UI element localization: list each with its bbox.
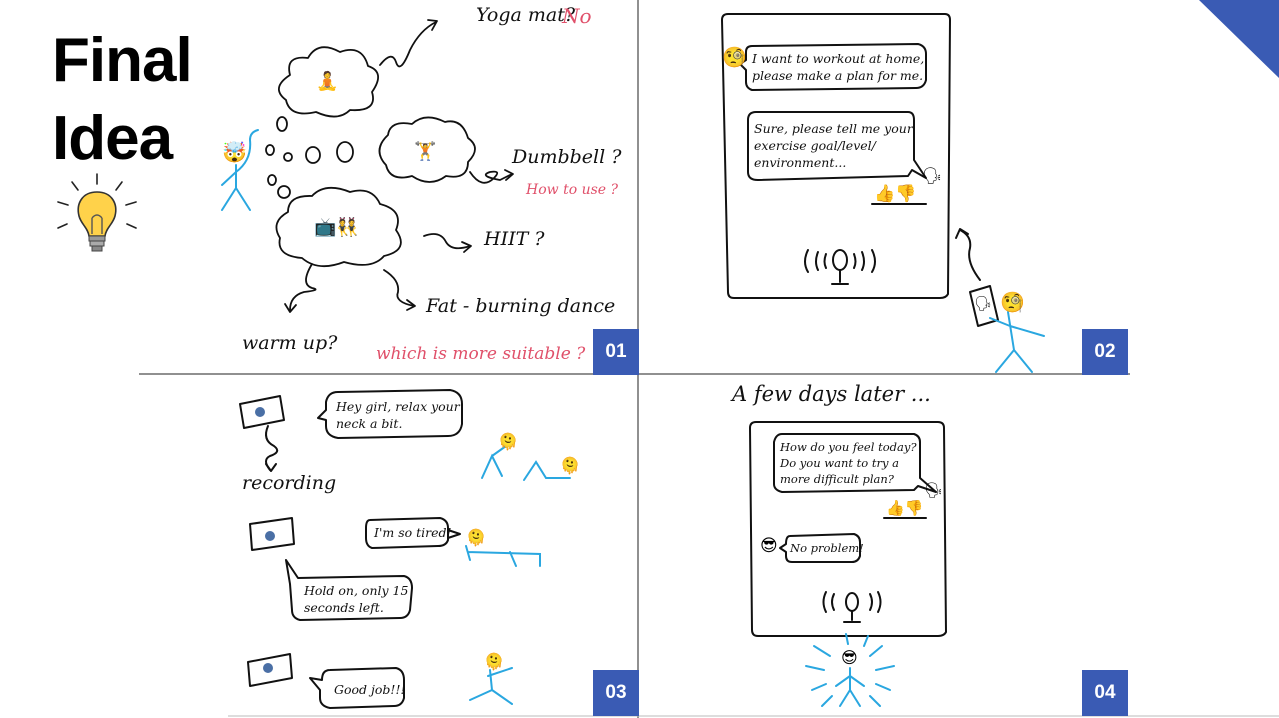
difficult-plan-line-1: How do you feel today? (780, 440, 917, 454)
difficult-plan-line-3: more difficult plan? (780, 472, 894, 486)
feedback-thumbs-icon-2[interactable]: 👍👎 (886, 498, 923, 518)
no-problem-bubble: No problem! (790, 541, 864, 555)
panel-04-badge: 04 (1082, 670, 1128, 716)
happy-person-emoji: 😎 (841, 648, 858, 667)
difficult-plan-line-2: Do you want to try a (780, 456, 899, 470)
user-cool-emoji: 😎 (760, 536, 778, 556)
difficult-plan-bubble: How do you feel today? Do you want to tr… (780, 439, 917, 487)
panel-04-drawing (749, 421, 947, 707)
ai-speaker-icon-2: 🗣 (924, 481, 944, 499)
